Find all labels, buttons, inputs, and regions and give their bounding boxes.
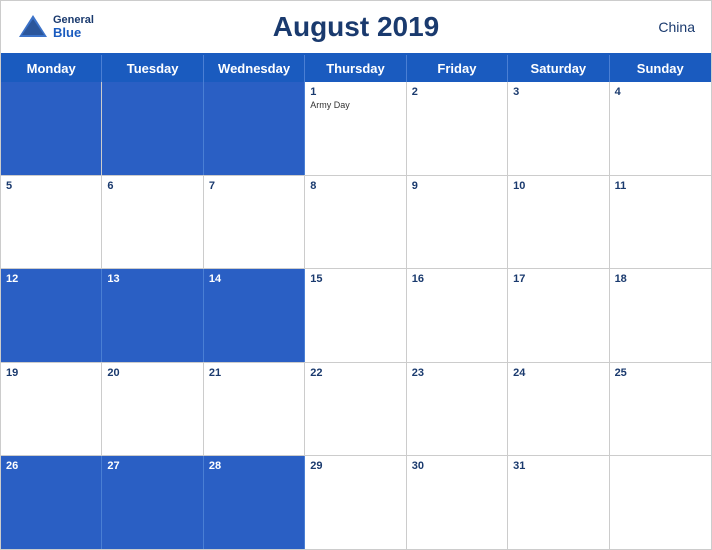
day-cell [1, 82, 102, 175]
day-number: 13 [107, 272, 197, 286]
day-cell-aug7: 7 [204, 176, 305, 269]
day-number: 11 [615, 179, 706, 193]
day-cell-aug22: 22 [305, 363, 406, 456]
day-number: 7 [209, 179, 299, 193]
day-cell [204, 82, 305, 175]
day-headers-row: Monday Tuesday Wednesday Thursday Friday… [1, 55, 711, 82]
day-cell-aug25: 25 [610, 363, 711, 456]
day-number: 12 [6, 272, 96, 286]
day-number: 23 [412, 366, 502, 380]
day-number: 28 [209, 459, 299, 473]
day-number: 3 [513, 85, 603, 99]
day-cell-aug24: 24 [508, 363, 609, 456]
week-row-1: 1 Army Day 2 3 4 [1, 82, 711, 176]
week-row-5: 26 27 28 29 30 31 [1, 456, 711, 549]
day-number: 17 [513, 272, 603, 286]
day-cell-empty-end [610, 456, 711, 549]
day-number: 29 [310, 459, 400, 473]
weeks-container: 1 Army Day 2 3 4 5 6 [1, 82, 711, 549]
header-monday: Monday [1, 55, 102, 82]
day-number: 18 [615, 272, 706, 286]
calendar-container: General Blue August 2019 China Monday Tu… [0, 0, 712, 550]
day-number: 4 [615, 85, 706, 99]
day-cell-aug2: 2 [407, 82, 508, 175]
day-cell-aug13: 13 [102, 269, 203, 362]
day-cell-aug31: 31 [508, 456, 609, 549]
day-cell-aug18: 18 [610, 269, 711, 362]
event-army-day: Army Day [310, 100, 400, 110]
header-friday: Friday [407, 55, 508, 82]
logo-icon [17, 13, 49, 41]
day-cell-aug6: 6 [102, 176, 203, 269]
day-number: 20 [107, 366, 197, 380]
day-cell-aug14: 14 [204, 269, 305, 362]
week-row-2: 5 6 7 8 9 10 11 [1, 176, 711, 270]
day-number: 16 [412, 272, 502, 286]
day-number: 10 [513, 179, 603, 193]
logo-wrapper: General Blue [17, 13, 94, 41]
day-cell-aug27: 27 [102, 456, 203, 549]
header-thursday: Thursday [305, 55, 406, 82]
day-cell-aug11: 11 [610, 176, 711, 269]
day-cell-aug21: 21 [204, 363, 305, 456]
day-number: 6 [107, 179, 197, 193]
day-number: 9 [412, 179, 502, 193]
day-number: 22 [310, 366, 400, 380]
day-number: 24 [513, 366, 603, 380]
day-cell-aug28: 28 [204, 456, 305, 549]
logo-text: General Blue [53, 14, 94, 40]
logo-area: General Blue [17, 13, 94, 41]
header-saturday: Saturday [508, 55, 609, 82]
day-cell-aug1: 1 Army Day [305, 82, 406, 175]
calendar-header: General Blue August 2019 China [1, 1, 711, 53]
country-label: China [658, 19, 695, 35]
day-number: 5 [6, 179, 96, 193]
day-cell-aug30: 30 [407, 456, 508, 549]
day-cell-aug16: 16 [407, 269, 508, 362]
day-cell-aug4: 4 [610, 82, 711, 175]
day-cell-aug3: 3 [508, 82, 609, 175]
day-number: 19 [6, 366, 96, 380]
day-number: 21 [209, 366, 299, 380]
day-cell-aug19: 19 [1, 363, 102, 456]
day-cell-aug9: 9 [407, 176, 508, 269]
day-number: 27 [107, 459, 197, 473]
week-row-3: 12 13 14 15 16 17 18 [1, 269, 711, 363]
day-cell-aug15: 15 [305, 269, 406, 362]
day-cell-aug20: 20 [102, 363, 203, 456]
day-cell-aug12: 12 [1, 269, 102, 362]
day-cell-aug10: 10 [508, 176, 609, 269]
logo-blue-text: Blue [53, 26, 94, 40]
day-number: 26 [6, 459, 96, 473]
day-cell-aug26: 26 [1, 456, 102, 549]
day-cell-aug17: 17 [508, 269, 609, 362]
day-number: 1 [310, 85, 400, 99]
week-row-4: 19 20 21 22 23 24 25 [1, 363, 711, 457]
calendar-grid: Monday Tuesday Wednesday Thursday Friday… [1, 53, 711, 549]
day-cell [102, 82, 203, 175]
header-tuesday: Tuesday [102, 55, 203, 82]
day-number: 8 [310, 179, 400, 193]
day-cell-aug29: 29 [305, 456, 406, 549]
day-number: 30 [412, 459, 502, 473]
day-cell-aug5: 5 [1, 176, 102, 269]
day-number: 15 [310, 272, 400, 286]
day-number: 31 [513, 459, 603, 473]
day-number: 2 [412, 85, 502, 99]
header-wednesday: Wednesday [204, 55, 305, 82]
day-number: 25 [615, 366, 706, 380]
header-sunday: Sunday [610, 55, 711, 82]
day-cell-aug23: 23 [407, 363, 508, 456]
month-title: August 2019 [273, 11, 440, 43]
day-cell-aug8: 8 [305, 176, 406, 269]
day-number: 14 [209, 272, 299, 286]
